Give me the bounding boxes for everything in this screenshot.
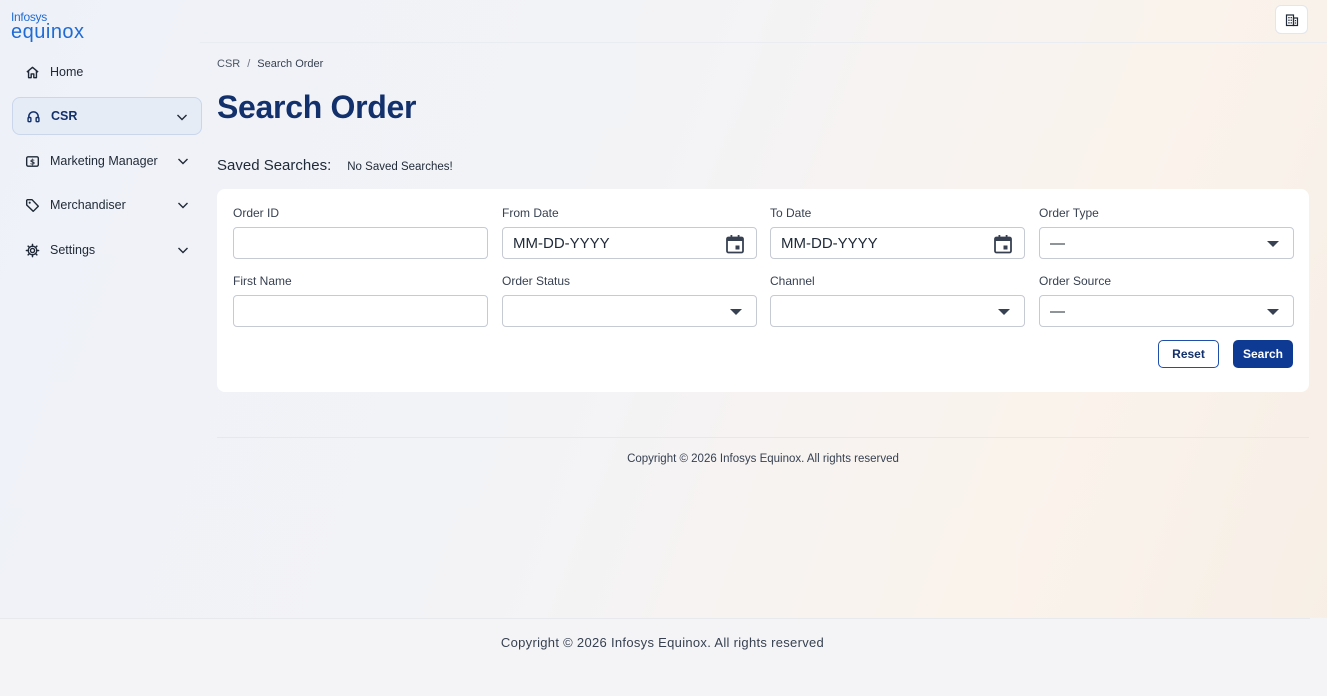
sidebar-item-home[interactable]: Home <box>12 53 202 91</box>
chevron-down-icon[interactable] <box>176 198 190 212</box>
order-type-label: Order Type <box>1039 206 1099 220</box>
search-form-card: Order ID From Date To Date <box>217 189 1309 392</box>
brand-logo[interactable]: Infosys equinox <box>11 11 85 42</box>
order-source-label: Order Source <box>1039 274 1112 288</box>
dropdown-caret-icon <box>998 309 1010 315</box>
business-unit-button[interactable] <box>1275 5 1308 34</box>
first-name-input[interactable] <box>244 302 477 320</box>
brand-logo-main: equinox <box>11 21 85 43</box>
calendar-icon[interactable] <box>724 233 746 255</box>
order-id-field: Order ID <box>233 206 488 259</box>
from-date-label: From Date <box>502 206 559 220</box>
order-id-input[interactable] <box>244 234 477 252</box>
page-footer-divider <box>0 618 1310 619</box>
tag-icon <box>23 196 41 214</box>
page-footer <box>0 618 1327 696</box>
home-icon <box>23 63 41 81</box>
from-date-field: From Date <box>502 206 757 259</box>
first-name-input-box[interactable] <box>233 295 488 327</box>
chevron-down-icon[interactable] <box>176 154 190 168</box>
first-name-field: First Name <box>233 274 488 327</box>
order-source-select[interactable]: — <box>1039 295 1294 327</box>
breadcrumb-separator: / <box>247 58 251 70</box>
order-id-label: Order ID <box>233 206 280 220</box>
channel-select[interactable] <box>770 295 1025 327</box>
dropdown-caret-icon <box>1267 241 1279 247</box>
channel-field: Channel <box>770 274 1025 327</box>
page-title: Search Order <box>217 89 417 125</box>
calendar-icon[interactable] <box>992 233 1014 255</box>
dropdown-caret-icon <box>1267 309 1279 315</box>
page-footer-copyright: Copyright © 2026 Infosys Equinox. All ri… <box>0 635 1327 650</box>
order-status-label: Order Status <box>502 274 571 288</box>
order-status-field: Order Status <box>502 274 757 327</box>
to-date-label: To Date <box>770 206 812 220</box>
gear-icon <box>23 241 41 259</box>
sidebar-item-label: Marketing Manager <box>50 154 158 168</box>
order-status-select[interactable] <box>502 295 757 327</box>
footer-divider <box>217 437 1309 438</box>
sidebar-item-merchandiser[interactable]: Merchandiser <box>12 186 202 224</box>
order-id-input-box[interactable] <box>233 227 488 259</box>
chevron-down-icon[interactable] <box>175 110 189 124</box>
dollar-box-icon: $ <box>23 152 41 170</box>
svg-text:$: $ <box>29 157 34 166</box>
sidebar-item-csr[interactable]: CSR <box>12 97 202 135</box>
sidebar-item-label: Settings <box>50 243 96 257</box>
sidebar-item-label: Merchandiser <box>50 198 126 212</box>
reset-button[interactable]: Reset <box>1158 340 1219 368</box>
header-divider <box>200 42 1327 43</box>
breadcrumb: CSR / Search Order <box>217 58 323 70</box>
sidebar-item-label: CSR <box>51 109 78 123</box>
sidebar-item-label: Home <box>50 65 84 79</box>
order-source-field: Order Source — <box>1039 274 1294 327</box>
footer-copyright: Copyright © 2026 Infosys Equinox. All ri… <box>627 453 899 465</box>
order-type-field: Order Type — <box>1039 206 1294 259</box>
page-footer-copyright-text: Copyright © 2026 Infosys Equinox. All ri… <box>500 635 825 650</box>
order-type-value: — <box>1050 234 1065 252</box>
search-button[interactable]: Search <box>1233 340 1293 368</box>
dropdown-caret-icon <box>730 309 742 315</box>
from-date-input[interactable] <box>513 234 746 252</box>
saved-searches: Saved Searches: No Saved Searches! <box>217 157 453 174</box>
first-name-label: First Name <box>233 274 292 288</box>
channel-label: Channel <box>770 274 815 288</box>
headset-icon <box>24 107 42 125</box>
breadcrumb-current: Search Order <box>257 58 324 70</box>
sidebar-item-marketing-manager[interactable]: $ Marketing Manager <box>12 142 202 180</box>
to-date-input[interactable] <box>781 234 1014 252</box>
order-source-value: — <box>1050 302 1065 320</box>
sidebar-item-settings[interactable]: Settings <box>12 231 202 269</box>
order-type-select[interactable]: — <box>1039 227 1294 259</box>
to-date-field: To Date <box>770 206 1025 259</box>
to-date-input-box[interactable] <box>770 227 1025 259</box>
saved-searches-value: No Saved Searches! <box>347 161 453 173</box>
building-icon <box>1285 13 1298 26</box>
chevron-down-icon[interactable] <box>176 243 190 257</box>
from-date-input-box[interactable] <box>502 227 757 259</box>
saved-searches-label: Saved Searches: <box>217 157 332 174</box>
breadcrumb-link-csr[interactable]: CSR <box>217 58 240 70</box>
app-shell: Infosys equinox Home CSR $ Marketing Man… <box>0 0 1327 618</box>
